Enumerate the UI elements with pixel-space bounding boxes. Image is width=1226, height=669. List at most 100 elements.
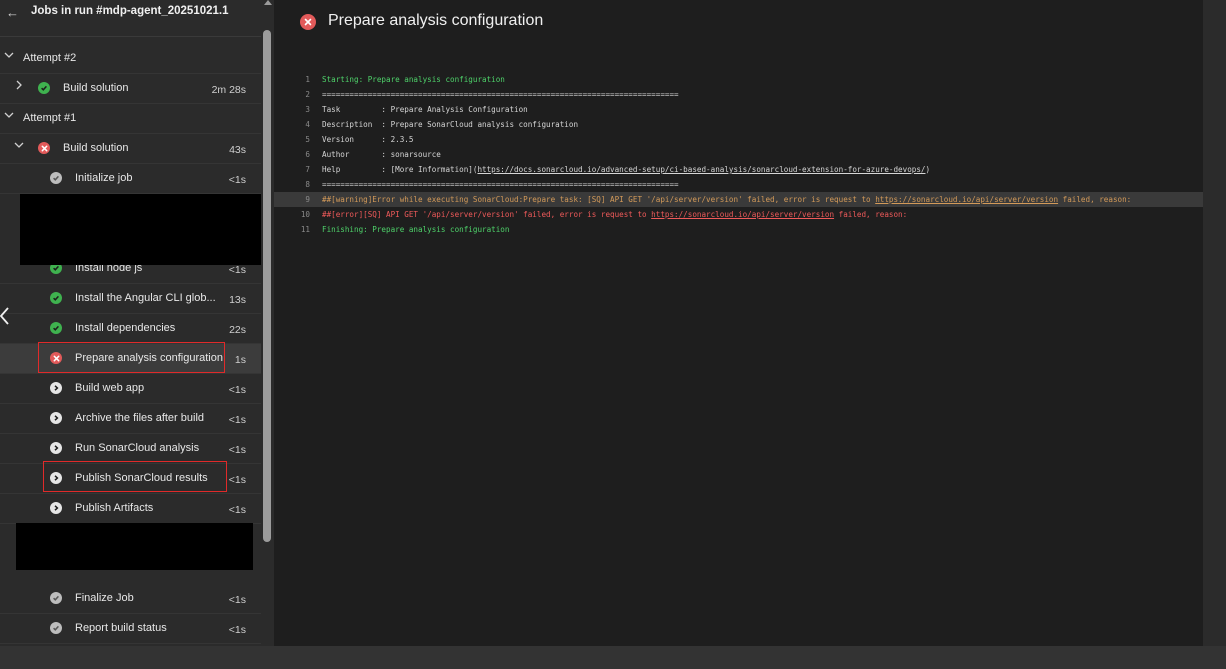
success-check-icon [50, 292, 62, 304]
log-text-segment: failed, reason: [1058, 195, 1132, 204]
chevron-left-icon[interactable] [0, 306, 9, 336]
step-label: Publish Artifacts [75, 502, 154, 514]
log-text-segment: Finishing: Prepare analysis configuratio… [322, 225, 510, 234]
log-line: 6 Author : sonarsource [274, 147, 1203, 162]
scrollbar[interactable] [262, 0, 273, 646]
log-line: 11 Finishing: Prepare analysis configurat… [274, 222, 1203, 237]
log-text-segment: Help : [More Information]( [322, 165, 478, 174]
chevron-down-icon[interactable] [14, 140, 26, 154]
skipped-check-icon [50, 592, 62, 604]
right-margin [1203, 0, 1226, 646]
page-title: Jobs in run #mdp-agent_20251021.1 [31, 5, 229, 17]
job-item-build-solution[interactable]: Build solution 43s [0, 134, 261, 164]
skipped-check-icon [50, 622, 62, 634]
duration: 22s [229, 324, 246, 336]
pending-icon [50, 412, 62, 424]
duration: <1s [228, 384, 246, 396]
chevron-right-icon[interactable] [14, 80, 26, 94]
job-label: Build solution [63, 82, 129, 94]
step-label: Finalize Job [75, 592, 134, 604]
arrow-left-icon[interactable]: ← [6, 5, 19, 20]
chevron-down-icon[interactable] [4, 50, 16, 64]
log-text: ========================================… [322, 177, 679, 192]
log-text-segment: ##[warning]Error while executing SonarCl… [322, 195, 876, 204]
duration: <1s [228, 624, 246, 636]
step-item-initialize-job[interactable]: Initialize job <1s [0, 164, 261, 194]
jobs-panel: ← Jobs in run #mdp-agent_20251021.1 Atte… [0, 0, 261, 646]
log-line: 7 Help : [More Information](https://docs.… [274, 162, 1203, 177]
log-link[interactable]: https://sonarcloud.io/api/server/version [651, 210, 834, 219]
log-text: Task : Prepare Analysis Configuration [322, 102, 528, 117]
log-text: Version : 2.3.5 [322, 132, 413, 147]
line-number: 8 [305, 180, 310, 189]
step-item-finalize-job[interactable]: Finalize Job <1s [0, 584, 261, 614]
log-text: Finishing: Prepare analysis configuratio… [322, 222, 509, 237]
line-number: 7 [305, 165, 310, 174]
highlight-box-prepare-analysis [38, 342, 225, 373]
log-text-segment: ========================================… [322, 180, 679, 189]
step-item-install-dependencies[interactable]: Install dependencies 22s [0, 314, 261, 344]
job-label: Build solution [63, 142, 129, 154]
log-text: Description : Prepare SonarCloud analysi… [322, 117, 578, 132]
divider [0, 36, 261, 37]
log-line: 10 ##[error][SQ] API GET '/api/server/ver… [274, 207, 1203, 222]
step-item-archive-the-files-after-build[interactable]: Archive the files after build <1s [0, 404, 261, 434]
log-text: ##[warning]Error while executing SonarCl… [322, 192, 1131, 207]
line-number: 2 [305, 90, 310, 99]
attempt-label: Attempt #1 [23, 112, 77, 124]
job-item-build-solution[interactable]: Build solution 2m 28s [0, 74, 261, 104]
step-item-report-build-status[interactable]: Report build status <1s [0, 614, 261, 644]
line-number: 9 [305, 195, 310, 204]
line-number: 11 [300, 225, 310, 234]
duration: <1s [228, 174, 246, 186]
log-text: ========================================… [322, 87, 679, 102]
redacted-region [16, 523, 253, 570]
step-label: Archive the files after build [75, 412, 205, 424]
log-line: 3 Task : Prepare Analysis Configuration [274, 102, 1203, 117]
log-line: 5 Version : 2.3.5 [274, 132, 1203, 147]
step-label: Build web app [75, 382, 145, 394]
duration: <1s [228, 594, 246, 606]
highlight-box-publish-sonarcloud [43, 461, 227, 492]
duration: <1s [228, 264, 246, 276]
duration: <1s [228, 474, 246, 486]
duration: <1s [228, 444, 246, 456]
log-text-segment: Author : sonarsource [322, 150, 441, 159]
pending-icon [50, 382, 62, 394]
step-label: Install the Angular CLI glob... [75, 292, 216, 304]
attempt-group-attempt-1[interactable]: Attempt #1 [0, 104, 261, 134]
log-line: 8 =======================================… [274, 177, 1203, 192]
duration: 43s [229, 144, 246, 156]
log-text-segment: ##[error][SQ] API GET '/api/server/versi… [322, 210, 652, 219]
log-link[interactable]: https://sonarcloud.io/api/server/version [875, 195, 1058, 204]
bottom-bar [0, 646, 1226, 669]
scroll-up-icon[interactable] [264, 0, 272, 5]
success-check-icon [50, 322, 62, 334]
log-output: 1 Starting: Prepare analysis configuratio… [274, 72, 1203, 237]
line-number: 5 [305, 135, 310, 144]
step-item-build-web-app[interactable]: Build web app <1s [0, 374, 261, 404]
pending-icon [50, 502, 62, 514]
duration: <1s [228, 504, 246, 516]
log-text: ##[error][SQ] API GET '/api/server/versi… [322, 207, 907, 222]
step-item-install-the-angular-cli-glob[interactable]: Install the Angular CLI glob... 13s [0, 284, 261, 314]
log-text: Help : [More Information](https://docs.s… [322, 162, 930, 177]
redacted-region [20, 194, 261, 265]
scrollbar-thumb[interactable] [263, 30, 271, 542]
duration: 13s [229, 294, 246, 306]
jobs-panel-header: ← Jobs in run #mdp-agent_20251021.1 [0, 0, 261, 36]
step-item-publish-artifacts[interactable]: Publish Artifacts <1s [0, 494, 261, 524]
log-line: 2 =======================================… [274, 87, 1203, 102]
log-link[interactable]: https://docs.sonarcloud.io/advanced-setu… [477, 165, 925, 174]
attempt-label: Attempt #2 [23, 52, 77, 64]
skipped-check-icon [50, 172, 62, 184]
log-text-segment: Task : Prepare Analysis Configuration [322, 105, 528, 114]
duration: <1s [228, 414, 246, 426]
line-number: 6 [305, 150, 310, 159]
step-item-run-sonarcloud-analysis[interactable]: Run SonarCloud analysis <1s [0, 434, 261, 464]
attempt-group-attempt-2[interactable]: Attempt #2 [0, 44, 261, 74]
line-number: 4 [305, 120, 310, 129]
duration: 2m 28s [211, 84, 246, 96]
log-text-segment: Description : Prepare SonarCloud analysi… [322, 120, 579, 129]
chevron-down-icon[interactable] [4, 110, 16, 124]
